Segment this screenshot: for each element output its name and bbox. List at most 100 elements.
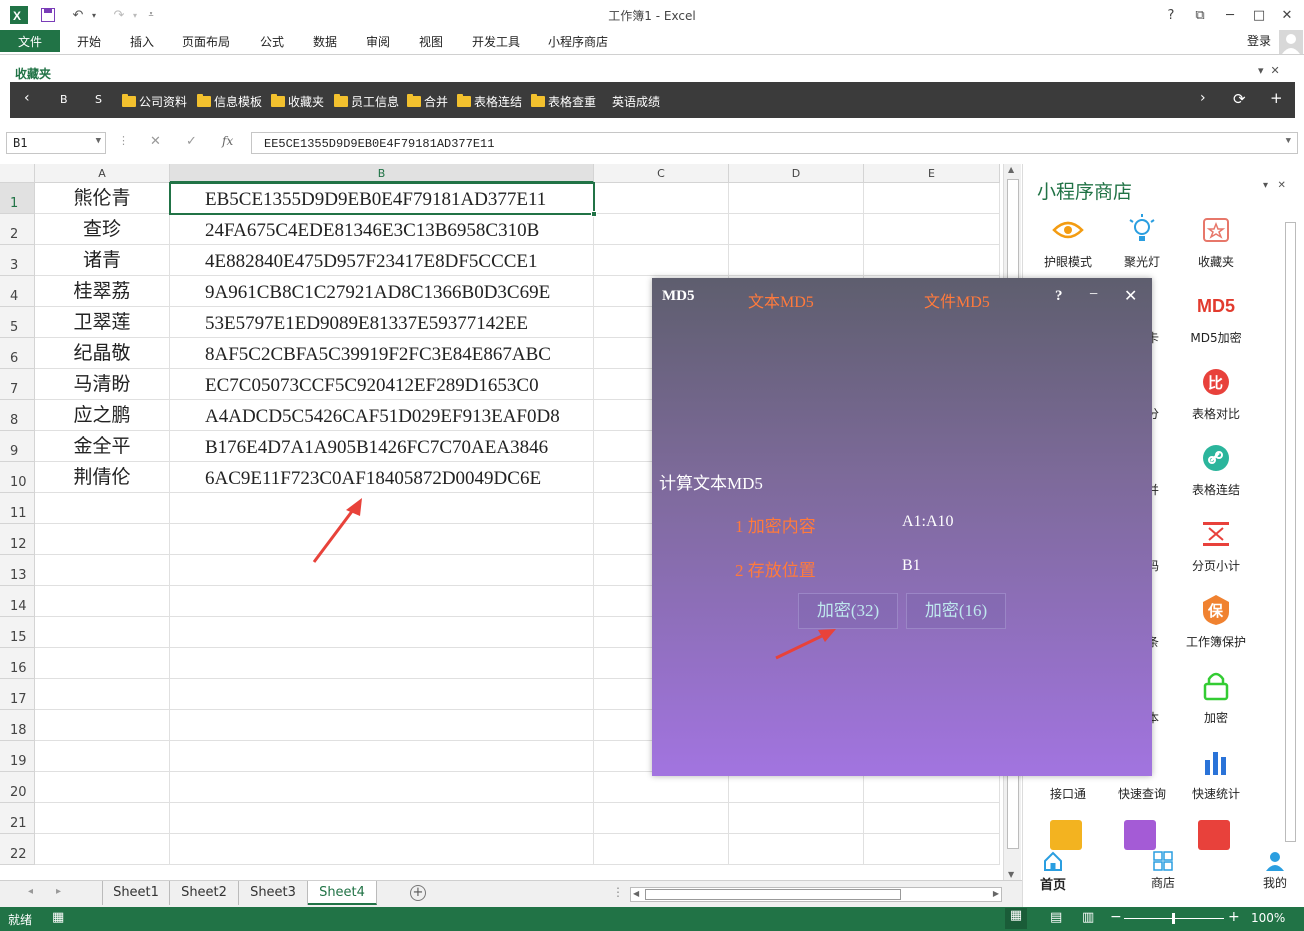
cell-b[interactable]: [170, 617, 594, 648]
cell-a[interactable]: [35, 617, 170, 648]
cell-c[interactable]: [594, 245, 729, 276]
cell-a[interactable]: 卫翠莲: [35, 307, 170, 338]
refresh-icon[interactable]: ⟳: [1233, 90, 1246, 108]
favorites-window-controls[interactable]: ▾ ✕: [1258, 64, 1280, 77]
scroll-left-icon[interactable]: ◀: [633, 889, 639, 898]
cell-b[interactable]: [170, 803, 594, 834]
fav-item-company[interactable]: 公司资料: [122, 93, 187, 110]
fav-item-dedupe[interactable]: 表格查重: [531, 93, 596, 110]
cell-b[interactable]: [170, 710, 594, 741]
formula-expand-icon[interactable]: ▼: [1286, 136, 1291, 146]
partial-app-icon[interactable]: [1124, 820, 1156, 850]
cell-b[interactable]: 24FA675C4EDE81346E3C13B6958C310B: [170, 214, 594, 245]
cell-b[interactable]: 6AC9E11F723C0AF18405872D0049DC6E: [170, 462, 594, 493]
horizontal-scroll-thumb[interactable]: [645, 889, 901, 900]
tab-data[interactable]: 数据: [313, 33, 337, 50]
cell-a[interactable]: [35, 555, 170, 586]
row-header[interactable]: 13: [0, 555, 35, 586]
fill-handle[interactable]: [591, 211, 597, 217]
row-header[interactable]: 14: [0, 586, 35, 617]
row-header[interactable]: 6: [0, 338, 35, 369]
tab-file-md5[interactable]: 文件MD5: [924, 288, 990, 312]
page-layout-view-icon[interactable]: ▤: [1050, 910, 1062, 925]
row-header[interactable]: 1: [0, 183, 35, 214]
row-header[interactable]: 18: [0, 710, 35, 741]
cell-a[interactable]: [35, 772, 170, 803]
cell-e[interactable]: [864, 214, 1000, 245]
cell-b[interactable]: 53E5797E1ED9089E81337E59377142EE: [170, 307, 594, 338]
cell-a[interactable]: 熊伦青: [35, 183, 170, 214]
app-item[interactable]: 护眼模式: [1031, 212, 1105, 270]
nav-store[interactable]: 商店: [1133, 850, 1193, 891]
zoom-slider[interactable]: [1124, 913, 1224, 924]
encrypt-16-button[interactable]: 加密(16): [906, 593, 1006, 629]
cell-a[interactable]: [35, 648, 170, 679]
app-item[interactable]: 聚光灯: [1105, 212, 1179, 270]
cell-b[interactable]: [170, 834, 594, 865]
zoom-in-icon[interactable]: +: [1228, 909, 1240, 925]
formula-input[interactable]: EE5CE1355D9D9EB0E4F79181AD377E11 ▼: [251, 132, 1298, 154]
cell-a[interactable]: 桂翠荔: [35, 276, 170, 307]
tab-split-icon[interactable]: ⋮: [612, 885, 624, 899]
cell-c[interactable]: [594, 834, 729, 865]
nav-me[interactable]: 我的: [1245, 850, 1304, 891]
fav-item-english[interactable]: 英语成绩: [612, 93, 660, 110]
panel-scroll-thumb[interactable]: [1285, 222, 1296, 842]
panel-scrollbar[interactable]: [1282, 220, 1302, 884]
row-header[interactable]: 5: [0, 307, 35, 338]
favbar-b-button[interactable]: B: [60, 93, 68, 106]
tab-sheet1[interactable]: Sheet1: [102, 881, 170, 905]
scroll-up-icon[interactable]: ▲: [1008, 165, 1014, 174]
cell-b[interactable]: [170, 524, 594, 555]
nav-home[interactable]: 首页: [1023, 850, 1083, 893]
cell-b[interactable]: 4E882840E475D957F23417E8DF5CCCE1: [170, 245, 594, 276]
cell-a[interactable]: 马清盼: [35, 369, 170, 400]
column-header-e[interactable]: E: [864, 164, 1000, 183]
scroll-down-icon[interactable]: ▼: [1008, 870, 1014, 879]
cell-b[interactable]: [170, 741, 594, 772]
cell-a[interactable]: 应之鹏: [35, 400, 170, 431]
zoom-slider-thumb[interactable]: [1172, 913, 1175, 924]
fav-item-staff[interactable]: 员工信息: [334, 93, 399, 110]
cell-b[interactable]: [170, 586, 594, 617]
tab-formulas[interactable]: 公式: [260, 33, 284, 50]
normal-view-icon[interactable]: ▦: [1005, 908, 1027, 929]
cell-b[interactable]: A4ADCD5C5426CAF51D029EF913EAF0D8: [170, 400, 594, 431]
panel-window-controls[interactable]: ▾ ✕: [1263, 180, 1286, 191]
tab-text-md5[interactable]: 文本MD5: [748, 288, 814, 312]
row-header[interactable]: 11: [0, 493, 35, 524]
name-box[interactable]: B1 ▼: [6, 132, 106, 154]
favbar-next-icon[interactable]: ›: [1200, 90, 1206, 106]
tab-home[interactable]: 开始: [77, 33, 101, 50]
dialog-close-icon[interactable]: ✕: [1124, 286, 1137, 306]
cell-e[interactable]: [864, 183, 1000, 214]
cell-a[interactable]: [35, 524, 170, 555]
row-header[interactable]: 15: [0, 617, 35, 648]
tab-sheet4[interactable]: Sheet4: [308, 881, 377, 905]
confirm-formula-icon[interactable]: ✓: [186, 134, 197, 149]
cell-a[interactable]: 查珍: [35, 214, 170, 245]
encrypt-32-button[interactable]: 加密(32): [798, 593, 898, 629]
row-header[interactable]: 7: [0, 369, 35, 400]
column-header-c[interactable]: C: [594, 164, 729, 183]
row-header[interactable]: 16: [0, 648, 35, 679]
tab-sheet3[interactable]: Sheet3: [239, 881, 308, 905]
zoom-out-icon[interactable]: −: [1110, 909, 1122, 925]
insert-function-icon[interactable]: fx: [222, 134, 233, 148]
tab-view[interactable]: 视图: [419, 33, 443, 50]
zoom-level[interactable]: 100%: [1251, 911, 1285, 925]
cell-c[interactable]: [594, 183, 729, 214]
cell-c[interactable]: [594, 214, 729, 245]
cell-d[interactable]: [729, 245, 864, 276]
row-header[interactable]: 20: [0, 772, 35, 803]
cell-c[interactable]: [594, 772, 729, 803]
app-item[interactable]: 保工作簿保护: [1179, 592, 1253, 650]
content-value[interactable]: A1:A10: [902, 513, 954, 531]
tab-mini-store[interactable]: 小程序商店: [548, 33, 608, 50]
cell-a[interactable]: [35, 741, 170, 772]
row-header[interactable]: 21: [0, 803, 35, 834]
favbar-add-button[interactable]: +: [1270, 89, 1283, 107]
cell-b[interactable]: [170, 679, 594, 710]
maximize-icon[interactable]: □: [1246, 4, 1272, 26]
horizontal-scrollbar[interactable]: ◀ ▶: [630, 887, 1002, 902]
